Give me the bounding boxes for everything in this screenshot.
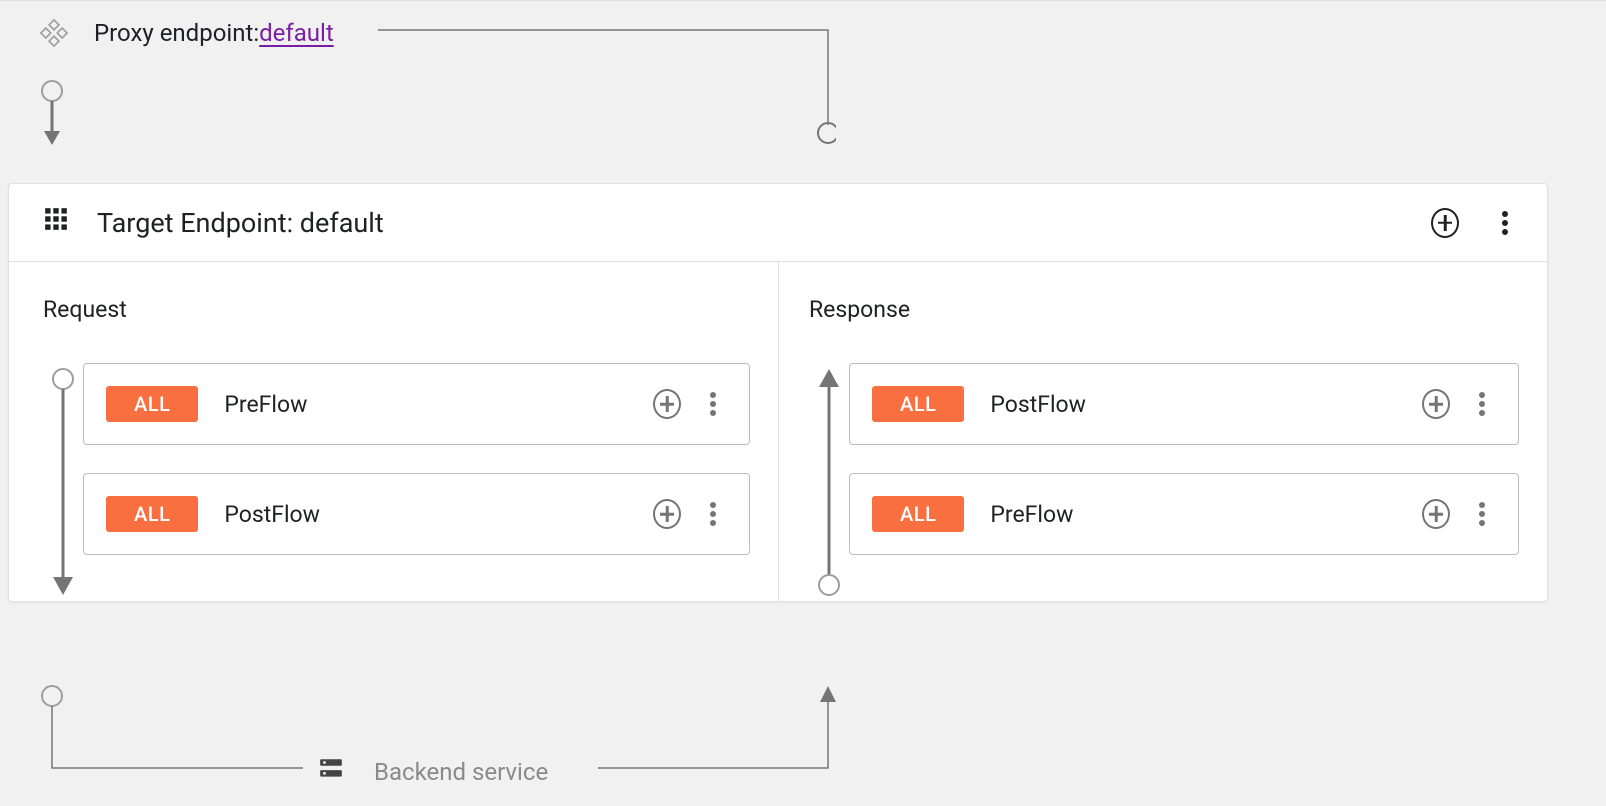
request-pane: Request ALL PreFlow — [9, 262, 778, 601]
add-step-button[interactable] — [1422, 500, 1450, 528]
add-step-button[interactable] — [1422, 390, 1450, 418]
flow-name: PostFlow — [224, 501, 653, 528]
flow-name: PreFlow — [990, 501, 1422, 528]
proxy-endpoint-link[interactable]: default — [259, 19, 334, 47]
response-heading: Response — [809, 296, 1519, 323]
backend-connector-area: Backend service — [38, 674, 878, 784]
response-flow-postflow[interactable]: ALL PostFlow — [849, 363, 1519, 445]
badge-all: ALL — [106, 386, 198, 422]
badge-all: ALL — [872, 496, 964, 532]
request-flow-postflow[interactable]: ALL PostFlow — [83, 473, 750, 555]
request-heading: Request — [43, 296, 750, 323]
add-step-button[interactable] — [653, 500, 681, 528]
proxy-endpoint-label: Proxy endpoint: — [94, 19, 259, 47]
proxy-endpoint-icon — [36, 15, 72, 51]
response-pane: Response ALL PostFlow — [778, 262, 1547, 601]
proxy-endpoint-row: Proxy endpoint: default — [36, 15, 334, 51]
flow-more-menu[interactable] — [1468, 500, 1496, 528]
add-step-button[interactable] — [653, 390, 681, 418]
flow-more-menu[interactable] — [1468, 390, 1496, 418]
arrow-response-up-icon — [815, 367, 843, 597]
request-flow-preflow[interactable]: ALL PreFlow — [83, 363, 750, 445]
arrow-proxy-down — [38, 79, 66, 145]
backend-service-row: Backend service — [318, 756, 548, 788]
flow-name: PreFlow — [224, 391, 653, 418]
add-target-button[interactable] — [1431, 209, 1459, 237]
target-endpoint-card: Target Endpoint: default Request — [8, 183, 1548, 602]
connector-proxy-to-target — [378, 29, 836, 149]
apps-grid-icon — [43, 206, 69, 239]
badge-all: ALL — [106, 496, 198, 532]
flow-more-menu[interactable] — [699, 390, 727, 418]
backend-service-label: Backend service — [374, 758, 548, 786]
target-more-menu[interactable] — [1491, 209, 1519, 237]
target-endpoint-header: Target Endpoint: default — [9, 184, 1547, 262]
target-endpoint-title: Target Endpoint: default — [97, 207, 384, 239]
flow-more-menu[interactable] — [699, 500, 727, 528]
response-flow-preflow[interactable]: ALL PreFlow — [849, 473, 1519, 555]
flow-name: PostFlow — [990, 391, 1422, 418]
flow-diagram-canvas: Proxy endpoint: default Target Endpoint:… — [0, 0, 1606, 806]
badge-all: ALL — [872, 386, 964, 422]
storage-icon — [318, 756, 344, 788]
arrow-request-down-icon — [49, 367, 77, 597]
